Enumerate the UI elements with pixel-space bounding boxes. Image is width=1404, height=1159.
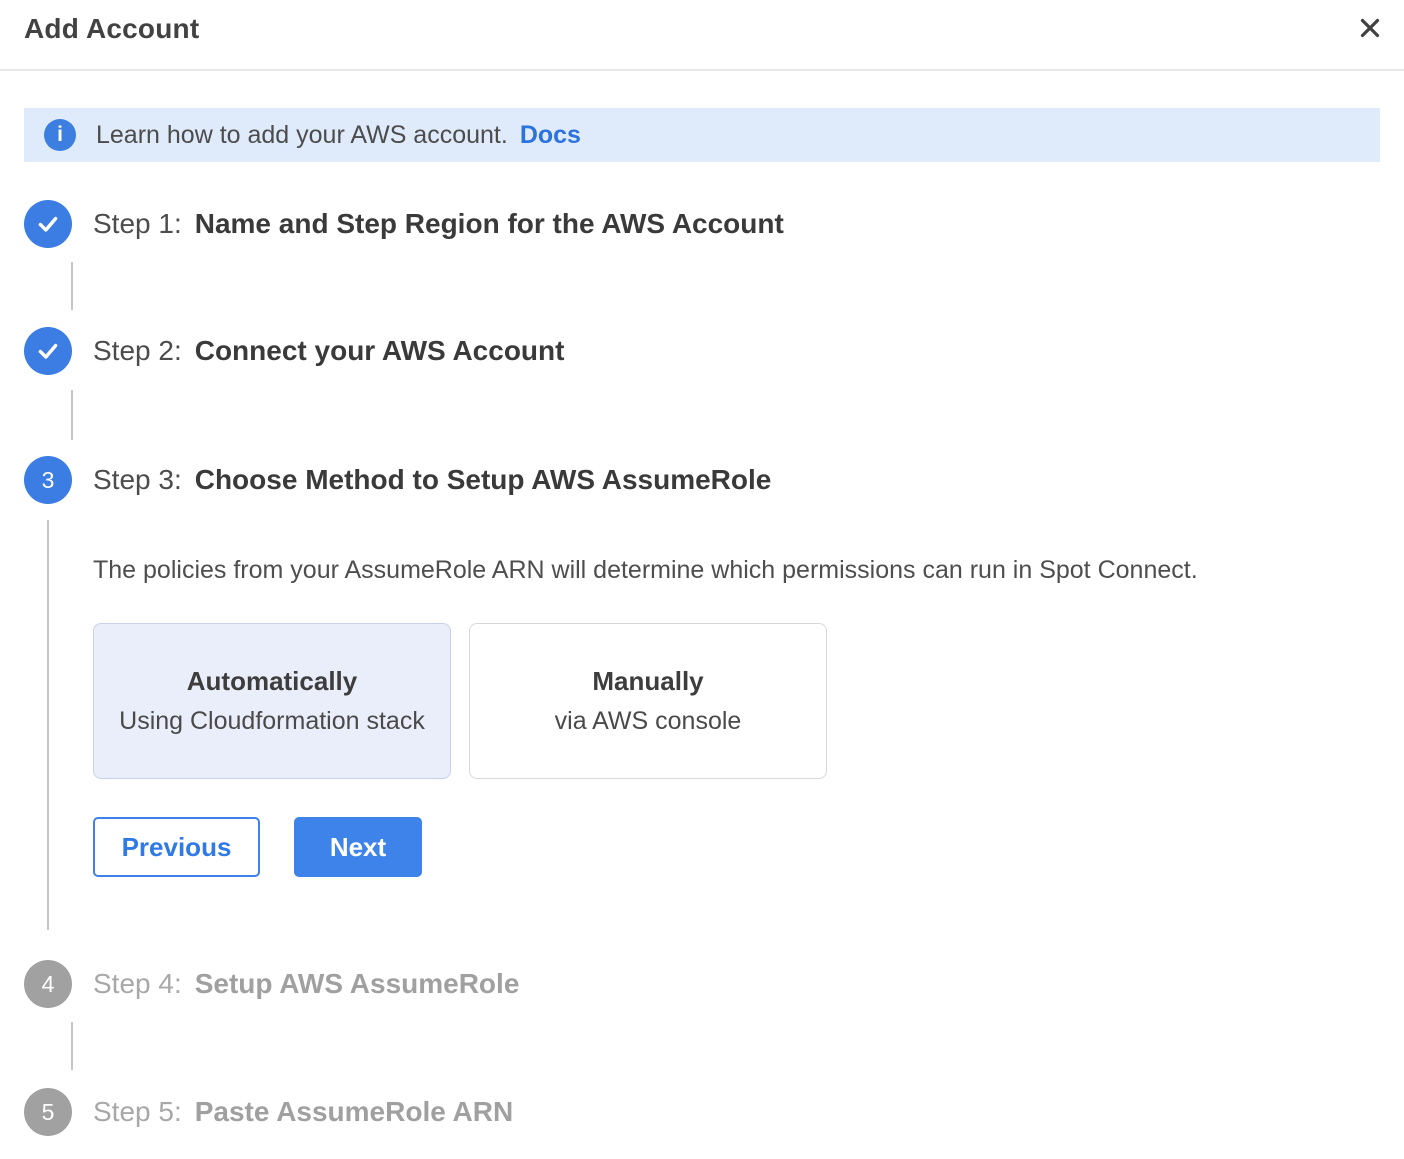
info-banner: i Learn how to add your AWS account. Doc… (24, 108, 1380, 162)
connector-rail (24, 504, 72, 960)
step-row-5: 5 Step 5: Paste AssumeRole ARN (24, 1088, 1404, 1136)
step-4-title: Setup AWS AssumeRole (195, 968, 520, 999)
step-1-label: Step 1: Name and Step Region for the AWS … (93, 208, 784, 240)
step-3-prefix: Step 3: (93, 464, 182, 495)
next-button[interactable]: Next (294, 817, 422, 877)
step-5-number: 5 (42, 1099, 55, 1126)
modal-header: Add Account (0, 0, 1404, 71)
close-icon (1355, 13, 1385, 43)
option-title: Automatically (187, 666, 358, 697)
close-button[interactable] (1350, 8, 1390, 48)
step-3-body: The policies from your AssumeRole ARN wi… (24, 504, 1404, 960)
step-1-title: Name and Step Region for the AWS Account (195, 208, 784, 239)
step-4-number-badge: 4 (24, 960, 72, 1008)
option-subtitle: via AWS console (555, 707, 742, 736)
banner-text: Learn how to add your AWS account. (96, 121, 508, 150)
method-option-cards: Automatically Using Cloudformation stack… (93, 623, 1198, 779)
step-row-4: 4 Step 4: Setup AWS AssumeRole (24, 960, 1404, 1008)
previous-button[interactable]: Previous (93, 817, 260, 877)
connector-line (71, 390, 73, 440)
step-2-title: Connect your AWS Account (195, 335, 565, 366)
option-card-automatically[interactable]: Automatically Using Cloudformation stack (93, 623, 451, 779)
step-row-3: 3 Step 3: Choose Method to Setup AWS Assu… (24, 456, 1404, 504)
step-3-label: Step 3: Choose Method to Setup AWS Assume… (93, 464, 771, 496)
step-5-prefix: Step 5: (93, 1096, 182, 1127)
check-icon (35, 338, 61, 364)
step-3-title: Choose Method to Setup AWS AssumeRole (195, 464, 772, 495)
step-1-prefix: Step 1: (93, 208, 182, 239)
docs-link[interactable]: Docs (520, 121, 581, 150)
step-2-prefix: Step 2: (93, 335, 182, 366)
step-3-number: 3 (42, 467, 55, 494)
step-3-content: The policies from your AssumeRole ARN wi… (93, 504, 1198, 960)
step-5-title: Paste AssumeRole ARN (195, 1096, 513, 1127)
check-icon (35, 211, 61, 237)
step-2-complete-badge (24, 327, 72, 375)
page-title: Add Account (24, 13, 199, 45)
step-5-number-badge: 5 (24, 1088, 72, 1136)
step-4-label: Step 4: Setup AWS AssumeRole (93, 968, 519, 1000)
step-5-label: Step 5: Paste AssumeRole ARN (93, 1096, 513, 1128)
step-1-complete-badge (24, 200, 72, 248)
connector-line (71, 1022, 73, 1070)
step-2-label: Step 2: Connect your AWS Account (93, 335, 564, 367)
info-icon: i (44, 119, 76, 151)
option-subtitle: Using Cloudformation stack (119, 707, 425, 736)
step-4-prefix: Step 4: (93, 968, 182, 999)
option-card-manually[interactable]: Manually via AWS console (469, 623, 827, 779)
step-3-number-badge: 3 (24, 456, 72, 504)
step-4-number: 4 (42, 971, 55, 998)
step-row-1: Step 1: Name and Step Region for the AWS … (24, 200, 1404, 248)
step-3-description: The policies from your AssumeRole ARN wi… (93, 556, 1198, 585)
option-title: Manually (592, 666, 703, 697)
wizard-buttons: Previous Next (93, 817, 1198, 877)
stepper: Step 1: Name and Step Region for the AWS … (24, 200, 1404, 1136)
connector-line (47, 520, 49, 930)
step-row-2: Step 2: Connect your AWS Account (24, 327, 1404, 375)
connector-line (71, 262, 73, 310)
